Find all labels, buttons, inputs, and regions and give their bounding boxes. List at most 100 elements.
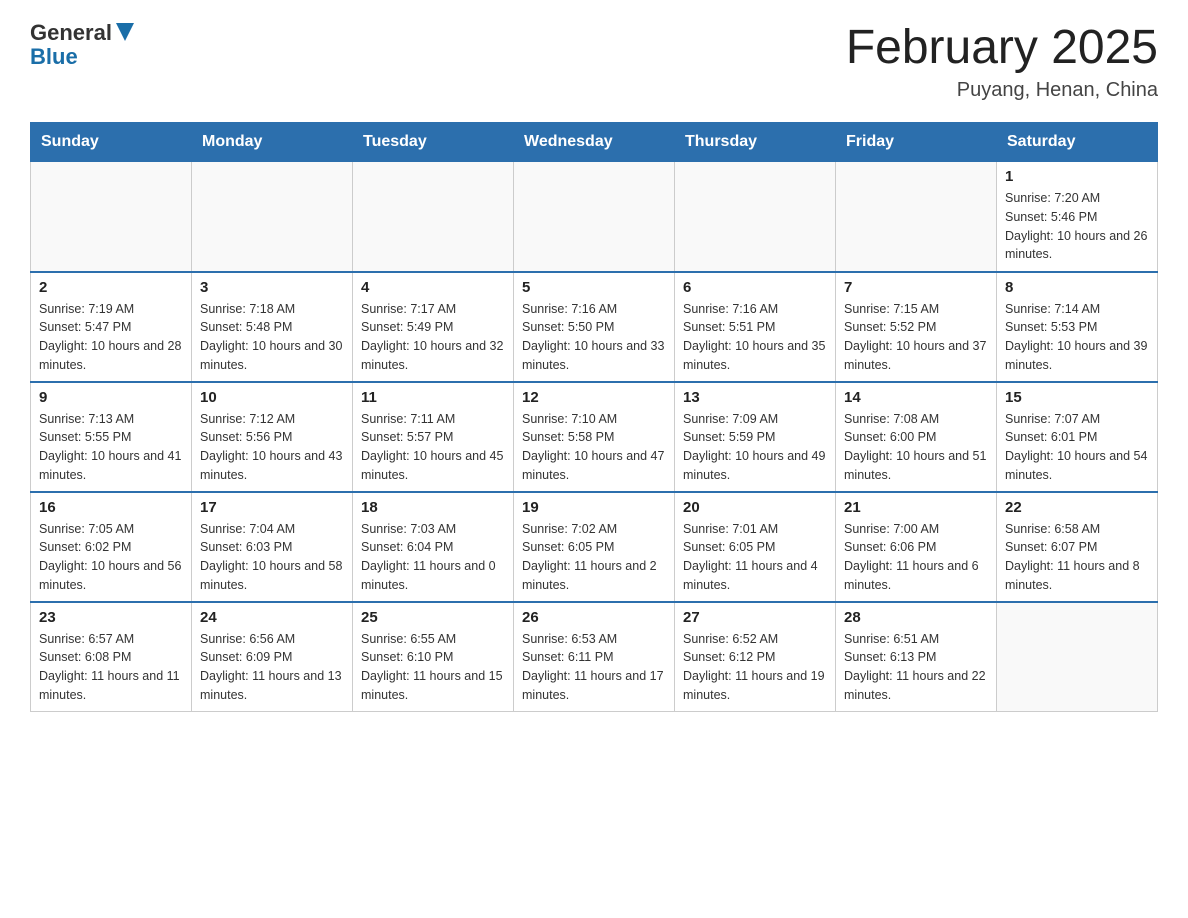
day-info: Sunrise: 7:07 AM Sunset: 6:01 PM Dayligh…	[1005, 410, 1149, 485]
day-info: Sunrise: 7:16 AM Sunset: 5:50 PM Dayligh…	[522, 300, 666, 375]
logo: General Blue	[30, 20, 134, 70]
logo-arrow-icon	[116, 23, 134, 46]
table-row: 15Sunrise: 7:07 AM Sunset: 6:01 PM Dayli…	[997, 382, 1158, 492]
day-info: Sunrise: 7:19 AM Sunset: 5:47 PM Dayligh…	[39, 300, 183, 375]
table-row	[353, 162, 514, 272]
day-number: 17	[200, 499, 344, 516]
day-info: Sunrise: 7:11 AM Sunset: 5:57 PM Dayligh…	[361, 410, 505, 485]
calendar-table: Sunday Monday Tuesday Wednesday Thursday…	[30, 122, 1158, 712]
table-row: 23 Sunrise: 6:57 AM Sunset: 6:08 PM Dayli…	[31, 602, 192, 712]
day-number: 7	[844, 279, 988, 296]
header-wednesday: Wednesday	[514, 123, 675, 162]
table-row	[514, 162, 675, 272]
table-row: 12Sunrise: 7:10 AM Sunset: 5:58 PM Dayli…	[514, 382, 675, 492]
day-info: Sunrise: 6:52 AM Sunset: 6:12 PM Dayligh…	[683, 630, 827, 705]
calendar-week-row: 23 Sunrise: 6:57 AM Sunset: 6:08 PM Dayli…	[31, 602, 1158, 712]
day-info: Sunrise: 6:56 AM Sunset: 6:09 PM Dayligh…	[200, 630, 344, 705]
table-row: 20 Sunrise: 7:01 AM Sunset: 6:05 PM Dayli…	[675, 492, 836, 602]
day-number: 22	[1005, 499, 1149, 516]
table-row: 3 Sunrise: 7:18 AM Sunset: 5:48 PM Daylig…	[192, 272, 353, 382]
table-row: 1 Sunrise: 7:20 AM Sunset: 5:46 PM Daylig…	[997, 162, 1158, 272]
day-info: Sunrise: 7:02 AM Sunset: 6:05 PM Dayligh…	[522, 520, 666, 595]
day-number: 13	[683, 389, 827, 406]
header-thursday: Thursday	[675, 123, 836, 162]
table-row: 5 Sunrise: 7:16 AM Sunset: 5:50 PM Daylig…	[514, 272, 675, 382]
header-friday: Friday	[836, 123, 997, 162]
day-number: 14	[844, 389, 988, 406]
calendar-week-row: 2 Sunrise: 7:19 AM Sunset: 5:47 PM Daylig…	[31, 272, 1158, 382]
table-row: 17 Sunrise: 7:04 AM Sunset: 6:03 PM Dayli…	[192, 492, 353, 602]
day-info: Sunrise: 7:16 AM Sunset: 5:51 PM Dayligh…	[683, 300, 827, 375]
day-info: Sunrise: 6:57 AM Sunset: 6:08 PM Dayligh…	[39, 630, 183, 705]
day-info: Sunrise: 7:17 AM Sunset: 5:49 PM Dayligh…	[361, 300, 505, 375]
day-number: 11	[361, 389, 505, 406]
day-number: 16	[39, 499, 183, 516]
day-info: Sunrise: 7:15 AM Sunset: 5:52 PM Dayligh…	[844, 300, 988, 375]
table-row: 18 Sunrise: 7:03 AM Sunset: 6:04 PM Dayli…	[353, 492, 514, 602]
day-info: Sunrise: 7:00 AM Sunset: 6:06 PM Dayligh…	[844, 520, 988, 595]
day-number: 26	[522, 609, 666, 626]
table-row	[675, 162, 836, 272]
table-row: 9Sunrise: 7:13 AM Sunset: 5:55 PM Daylig…	[31, 382, 192, 492]
day-info: Sunrise: 7:04 AM Sunset: 6:03 PM Dayligh…	[200, 520, 344, 595]
day-number: 21	[844, 499, 988, 516]
table-row	[31, 162, 192, 272]
day-info: Sunrise: 6:51 AM Sunset: 6:13 PM Dayligh…	[844, 630, 988, 705]
day-number: 23	[39, 609, 183, 626]
calendar-week-row: 9Sunrise: 7:13 AM Sunset: 5:55 PM Daylig…	[31, 382, 1158, 492]
calendar-week-row: 16 Sunrise: 7:05 AM Sunset: 6:02 PM Dayli…	[31, 492, 1158, 602]
table-row: 4 Sunrise: 7:17 AM Sunset: 5:49 PM Daylig…	[353, 272, 514, 382]
day-number: 20	[683, 499, 827, 516]
day-number: 6	[683, 279, 827, 296]
header-sunday: Sunday	[31, 123, 192, 162]
table-row: 8 Sunrise: 7:14 AM Sunset: 5:53 PM Daylig…	[997, 272, 1158, 382]
day-info: Sunrise: 6:58 AM Sunset: 6:07 PM Dayligh…	[1005, 520, 1149, 595]
calendar-week-row: 1 Sunrise: 7:20 AM Sunset: 5:46 PM Daylig…	[31, 162, 1158, 272]
table-row	[192, 162, 353, 272]
table-row	[836, 162, 997, 272]
day-number: 25	[361, 609, 505, 626]
table-row: 25 Sunrise: 6:55 AM Sunset: 6:10 PM Dayli…	[353, 602, 514, 712]
table-row: 2 Sunrise: 7:19 AM Sunset: 5:47 PM Daylig…	[31, 272, 192, 382]
table-row: 24Sunrise: 6:56 AM Sunset: 6:09 PM Dayli…	[192, 602, 353, 712]
page-header: General Blue February 2025 Puyang, Henan…	[30, 20, 1158, 102]
day-number: 1	[1005, 168, 1149, 185]
day-number: 28	[844, 609, 988, 626]
day-number: 5	[522, 279, 666, 296]
day-info: Sunrise: 7:05 AM Sunset: 6:02 PM Dayligh…	[39, 520, 183, 595]
day-number: 9	[39, 389, 183, 406]
calendar-location: Puyang, Henan, China	[846, 79, 1158, 102]
day-info: Sunrise: 7:08 AM Sunset: 6:00 PM Dayligh…	[844, 410, 988, 485]
day-number: 8	[1005, 279, 1149, 296]
table-row: 19Sunrise: 7:02 AM Sunset: 6:05 PM Dayli…	[514, 492, 675, 602]
day-info: Sunrise: 7:03 AM Sunset: 6:04 PM Dayligh…	[361, 520, 505, 595]
logo-blue-text: Blue	[30, 44, 78, 69]
day-info: Sunrise: 7:12 AM Sunset: 5:56 PM Dayligh…	[200, 410, 344, 485]
table-row: 14 Sunrise: 7:08 AM Sunset: 6:00 PM Dayli…	[836, 382, 997, 492]
day-info: Sunrise: 7:20 AM Sunset: 5:46 PM Dayligh…	[1005, 189, 1149, 264]
day-number: 18	[361, 499, 505, 516]
table-row: 7 Sunrise: 7:15 AM Sunset: 5:52 PM Daylig…	[836, 272, 997, 382]
day-number: 2	[39, 279, 183, 296]
table-row: 26 Sunrise: 6:53 AM Sunset: 6:11 PM Dayli…	[514, 602, 675, 712]
day-info: Sunrise: 7:14 AM Sunset: 5:53 PM Dayligh…	[1005, 300, 1149, 375]
table-row: 6 Sunrise: 7:16 AM Sunset: 5:51 PM Daylig…	[675, 272, 836, 382]
day-info: Sunrise: 6:55 AM Sunset: 6:10 PM Dayligh…	[361, 630, 505, 705]
day-info: Sunrise: 7:01 AM Sunset: 6:05 PM Dayligh…	[683, 520, 827, 595]
table-row: 22 Sunrise: 6:58 AM Sunset: 6:07 PM Dayli…	[997, 492, 1158, 602]
header-tuesday: Tuesday	[353, 123, 514, 162]
day-number: 10	[200, 389, 344, 406]
table-row: 11 Sunrise: 7:11 AM Sunset: 5:57 PM Dayli…	[353, 382, 514, 492]
table-row	[997, 602, 1158, 712]
day-number: 4	[361, 279, 505, 296]
table-row: 27Sunrise: 6:52 AM Sunset: 6:12 PM Dayli…	[675, 602, 836, 712]
logo-general-text: General	[30, 20, 112, 46]
day-info: Sunrise: 7:18 AM Sunset: 5:48 PM Dayligh…	[200, 300, 344, 375]
title-block: February 2025 Puyang, Henan, China	[846, 20, 1158, 102]
table-row: 16 Sunrise: 7:05 AM Sunset: 6:02 PM Dayli…	[31, 492, 192, 602]
table-row: 28 Sunrise: 6:51 AM Sunset: 6:13 PM Dayli…	[836, 602, 997, 712]
day-number: 3	[200, 279, 344, 296]
calendar-header-row: Sunday Monday Tuesday Wednesday Thursday…	[31, 123, 1158, 162]
day-number: 12	[522, 389, 666, 406]
day-info: Sunrise: 6:53 AM Sunset: 6:11 PM Dayligh…	[522, 630, 666, 705]
